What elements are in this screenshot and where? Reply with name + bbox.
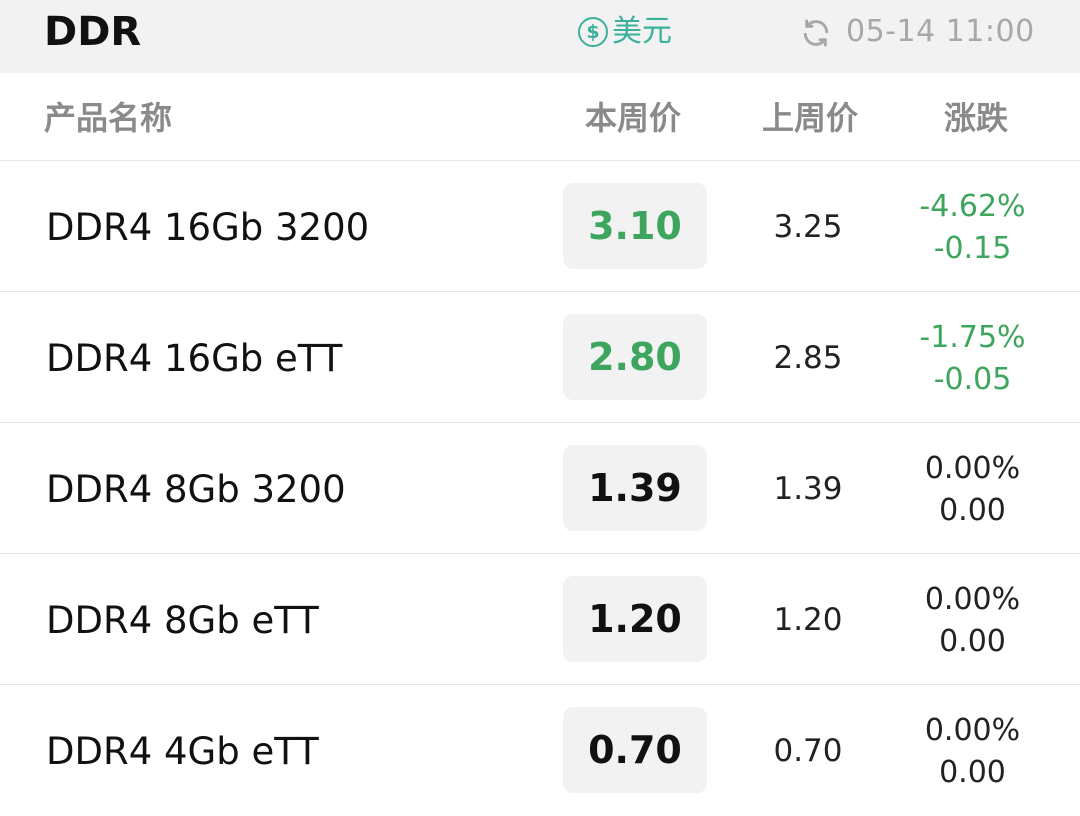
last-week-price: 0.70 [773,733,843,769]
last-week-price: 1.39 [773,471,843,507]
column-header-last-week[interactable]: 上周价 [762,97,858,139]
change-amount: -0.05 [933,362,1012,397]
column-header-name: 产品名称 [44,99,173,137]
page-title: DDR [44,9,142,55]
table-row[interactable]: DDR4 4Gb eTT 0.70 0.70 0.00% 0.00 [0,685,1080,816]
table-header: 产品名称 本周价 上周价 涨跌 [0,73,1080,161]
product-name: DDR4 16Gb eTT [46,337,343,380]
price-change: 0.00% 0.00 [900,710,1045,794]
change-percent: 0.00% [924,451,1021,486]
price-change: 0.00% 0.00 [900,579,1045,663]
currency-toggle[interactable]: $ 美元 [578,12,672,52]
update-timestamp: 05-14 11:00 [846,14,1035,49]
last-week-price: 3.25 [773,209,843,245]
change-percent: 0.00% [924,582,1021,617]
price-change: -1.75% -0.05 [900,317,1045,401]
change-amount: 0.00 [939,624,1006,659]
change-amount: 0.00 [939,493,1006,528]
column-header-this-week[interactable]: 本周价 [585,97,681,139]
refresh-icon[interactable] [800,17,832,49]
product-name: DDR4 8Gb 3200 [46,468,346,511]
this-week-price: 1.20 [563,576,707,662]
change-percent: -1.75% [919,320,1026,355]
change-amount: 0.00 [939,755,1006,790]
this-week-price: 3.10 [563,183,707,269]
table-row[interactable]: DDR4 16Gb eTT 2.80 2.85 -1.75% -0.05 [0,292,1080,423]
price-change: -4.62% -0.15 [900,186,1045,270]
column-header-change[interactable]: 涨跌 [944,97,1008,139]
change-percent: 0.00% [924,713,1021,748]
dollar-circle-icon: $ [578,17,608,47]
last-week-price: 2.85 [773,340,843,376]
table-row[interactable]: DDR4 16Gb 3200 3.10 3.25 -4.62% -0.15 [0,161,1080,292]
table-row[interactable]: DDR4 8Gb 3200 1.39 1.39 0.00% 0.00 [0,423,1080,554]
price-change: 0.00% 0.00 [900,448,1045,532]
currency-label: 美元 [612,14,672,49]
product-name: DDR4 8Gb eTT [46,599,319,642]
last-week-price: 1.20 [773,602,843,638]
this-week-price: 0.70 [563,707,707,793]
product-name: DDR4 16Gb 3200 [46,206,370,249]
this-week-price: 2.80 [563,314,707,400]
change-amount: -0.15 [933,231,1012,266]
table-row[interactable]: DDR4 8Gb eTT 1.20 1.20 0.00% 0.00 [0,554,1080,685]
product-name: DDR4 4Gb eTT [46,730,319,773]
change-percent: -4.62% [919,189,1026,224]
top-bar: DDR $ 美元 05-14 11:00 [0,0,1080,73]
this-week-price: 1.39 [563,445,707,531]
